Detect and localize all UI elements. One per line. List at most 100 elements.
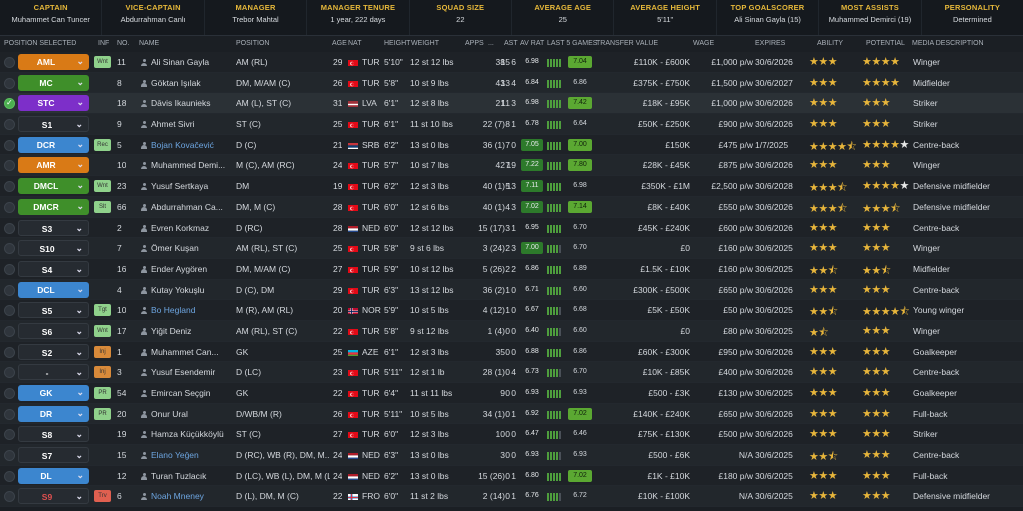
position-selector[interactable]: GK ⌄ bbox=[18, 385, 89, 401]
table-row[interactable]: STC ⌄ 18 Dāvis Ikaunieks AM (L), ST (C) 31 LVA… bbox=[0, 93, 1023, 115]
player-name[interactable]: Onur Ural bbox=[141, 409, 233, 419]
row-select-checkbox[interactable] bbox=[4, 201, 15, 213]
table-row[interactable]: S8 ⌄ 19 Hamza Küçükköylü ST (C) 27 TUR 6'0" 12 s… bbox=[0, 424, 1023, 446]
position-selector[interactable]: DCR ⌄ bbox=[18, 136, 89, 153]
row-select-checkbox[interactable] bbox=[4, 388, 15, 399]
player-nationality[interactable]: NED bbox=[362, 450, 380, 460]
position-selector[interactable]: AML ⌄ bbox=[18, 54, 89, 70]
table-row[interactable]: S7 ⌄ 15 Elano Yeğen D (RC), WB (R), DM, M...… bbox=[0, 445, 1023, 466]
player-name[interactable]: Bo Hegland bbox=[141, 305, 233, 315]
row-select-checkbox[interactable] bbox=[4, 491, 15, 503]
col-ast[interactable]: AST bbox=[504, 40, 518, 47]
row-select-checkbox[interactable] bbox=[4, 139, 15, 151]
player-nationality[interactable]: TUR bbox=[362, 202, 379, 212]
col-potential[interactable]: POTENTIAL bbox=[866, 40, 905, 47]
player-nationality[interactable]: NED bbox=[362, 471, 380, 481]
player-name[interactable]: Kutay Yokuşlu bbox=[141, 285, 233, 295]
row-select-checkbox[interactable] bbox=[4, 305, 15, 317]
col-last5[interactable]: LAST 5 GAMES bbox=[547, 40, 597, 47]
player-name[interactable]: Muhammet Can... bbox=[141, 347, 233, 357]
player-name[interactable]: Göktan Işılak bbox=[141, 78, 233, 88]
player-nationality[interactable]: TUR bbox=[362, 264, 379, 274]
col-name[interactable]: NAME bbox=[139, 40, 159, 47]
info-badge[interactable]: Wnt bbox=[94, 324, 111, 337]
table-row[interactable]: S4 ⌄ 16 Ender Aygören DM, M/AM (C) 27 TUR 5'9" 1… bbox=[0, 258, 1023, 280]
table-row[interactable]: GK ⌄ PR 54 Emircan Seçgin GK 22 TUR 6'4" 11 st 11… bbox=[0, 383, 1023, 404]
player-nationality[interactable]: TUR bbox=[362, 326, 379, 336]
col-ability[interactable]: ABILITY bbox=[817, 40, 843, 47]
top-goalscorer-value[interactable]: Ali Sinan Gayla (15) bbox=[717, 15, 818, 24]
position-selector[interactable]: S7 ⌄ bbox=[18, 447, 89, 464]
row-select-checkbox[interactable] bbox=[4, 284, 15, 296]
col-gls[interactable]: ... bbox=[488, 40, 494, 47]
position-selector[interactable]: DL ⌄ bbox=[18, 467, 89, 484]
player-nationality[interactable]: TUR bbox=[362, 57, 379, 67]
table-row[interactable]: AMR ⌄ 10 Muhammed Demi... M (C), AM (RC) 24 TU… bbox=[0, 155, 1023, 177]
player-nationality[interactable]: FRO bbox=[362, 491, 380, 501]
player-nationality[interactable]: TUR bbox=[362, 429, 379, 439]
table-row[interactable]: DR ⌄ PR 20 Onur Ural D/WB/M (R) 26 TUR 5'11" 10 s… bbox=[0, 403, 1023, 425]
row-select-checkbox[interactable] bbox=[4, 98, 15, 110]
captain-value[interactable]: Muhammet Can Tuncer bbox=[0, 15, 101, 24]
col-wage[interactable]: WAGE bbox=[693, 40, 714, 47]
player-name[interactable]: Elano Yeğen bbox=[141, 450, 233, 460]
table-row[interactable]: DCL ⌄ 4 Kutay Yokuşlu D (C), DM 29 TUR 6'3" 13 s… bbox=[0, 279, 1023, 301]
manager-value[interactable]: Trebor Mahtal bbox=[205, 15, 306, 24]
col-apps[interactable]: APPS bbox=[465, 40, 484, 47]
player-name[interactable]: Turan Tuzlacık bbox=[141, 471, 233, 481]
player-name[interactable]: Noah Mneney bbox=[141, 491, 233, 501]
table-row[interactable]: - ⌄ Inj 3 Yusuf Esendemir D (LC) 23 TUR 5'11" 12 … bbox=[0, 362, 1023, 383]
player-name[interactable]: Bojan Kovačević bbox=[141, 140, 233, 150]
row-select-checkbox[interactable] bbox=[4, 429, 15, 441]
row-select-checkbox[interactable] bbox=[4, 119, 15, 131]
player-name[interactable]: Dāvis Ikaunieks bbox=[141, 98, 233, 108]
player-nationality[interactable]: NED bbox=[362, 223, 380, 233]
info-badge[interactable]: Inj bbox=[94, 366, 111, 379]
position-selector[interactable]: MC ⌄ bbox=[18, 74, 89, 91]
position-selector[interactable]: DR ⌄ bbox=[18, 405, 89, 422]
player-name[interactable]: Ahmet Sivri bbox=[141, 119, 233, 129]
table-row[interactable]: S2 ⌄ Inj 1 Muhammet Can... GK 25 AZE 6'1" 12 st 3… bbox=[0, 341, 1023, 363]
position-selector[interactable]: S8 ⌄ bbox=[18, 426, 89, 443]
player-nationality[interactable]: TUR bbox=[362, 367, 379, 377]
position-selector[interactable]: DCL ⌄ bbox=[18, 281, 89, 298]
row-select-checkbox[interactable] bbox=[4, 57, 15, 68]
position-selector[interactable]: S3 ⌄ bbox=[18, 219, 89, 236]
table-row[interactable]: DL ⌄ 12 Turan Tuzlacık D (LC), WB (L), DM, M… bbox=[0, 465, 1023, 487]
col-height[interactable]: HEIGHT bbox=[384, 40, 410, 47]
col-inf[interactable]: INF bbox=[98, 40, 109, 47]
player-name[interactable]: Ömer Kuşan bbox=[141, 243, 233, 253]
col-position[interactable]: POSITION bbox=[236, 40, 269, 47]
table-row[interactable]: S9 ⌄ Trv 6 Noah Mneney D (L), DM, M (C) 22 FRO 6… bbox=[0, 486, 1023, 508]
table-row[interactable]: S5 ⌄ Tgt 10 Bo Hegland M (R), AM (RL) 20 NOR 5'9… bbox=[0, 300, 1023, 321]
table-row[interactable]: MC ⌄ 8 Göktan Işılak DM, M/AM (C) 26 TUR 5'8" 10… bbox=[0, 72, 1023, 94]
player-name[interactable]: Emircan Seçgin bbox=[141, 388, 233, 398]
row-select-checkbox[interactable] bbox=[4, 450, 15, 462]
row-select-checkbox[interactable] bbox=[4, 243, 15, 255]
col-weight[interactable]: WEIGHT bbox=[411, 40, 439, 47]
row-select-checkbox[interactable] bbox=[4, 346, 15, 358]
player-nationality[interactable]: AZE bbox=[362, 347, 379, 357]
col-av-rat[interactable]: AV RAT bbox=[520, 40, 544, 47]
info-badge[interactable]: Trv bbox=[94, 490, 111, 503]
position-selector[interactable]: STC ⌄ bbox=[18, 95, 89, 112]
position-selector[interactable]: AMR ⌄ bbox=[18, 157, 89, 174]
col-media-description[interactable]: MEDIA DESCRIPTION bbox=[912, 40, 984, 47]
row-select-checkbox[interactable] bbox=[4, 77, 15, 89]
table-row[interactable]: S3 ⌄ 2 Evren Korkmaz D (RC) 28 NED 6'0" 12 st 12… bbox=[0, 217, 1023, 239]
info-badge[interactable]: PR bbox=[94, 387, 111, 399]
player-name[interactable]: Yusuf Sertkaya bbox=[141, 181, 233, 191]
position-selector[interactable]: S6 ⌄ bbox=[18, 322, 89, 339]
table-row[interactable]: S10 ⌄ 7 Ömer Kuşan AM (RL), ST (C) 25 TUR 5'8" 9… bbox=[0, 238, 1023, 259]
row-select-checkbox[interactable] bbox=[4, 408, 15, 420]
player-nationality[interactable]: TUR bbox=[362, 388, 379, 398]
player-nationality[interactable]: TUR bbox=[362, 243, 379, 253]
col-nat[interactable]: NAT bbox=[348, 40, 361, 47]
position-selector[interactable]: S1 ⌄ bbox=[18, 116, 89, 133]
player-nationality[interactable]: TUR bbox=[362, 285, 379, 295]
position-selector[interactable]: DMCL ⌄ bbox=[18, 178, 89, 195]
table-row[interactable]: S6 ⌄ Wnt 17 Yiğit Deniz AM (RL), ST (C) 22 TUR 5… bbox=[0, 320, 1023, 342]
info-badge[interactable]: PR bbox=[94, 407, 111, 420]
row-select-checkbox[interactable] bbox=[4, 222, 15, 234]
player-nationality[interactable]: TUR bbox=[362, 409, 379, 419]
